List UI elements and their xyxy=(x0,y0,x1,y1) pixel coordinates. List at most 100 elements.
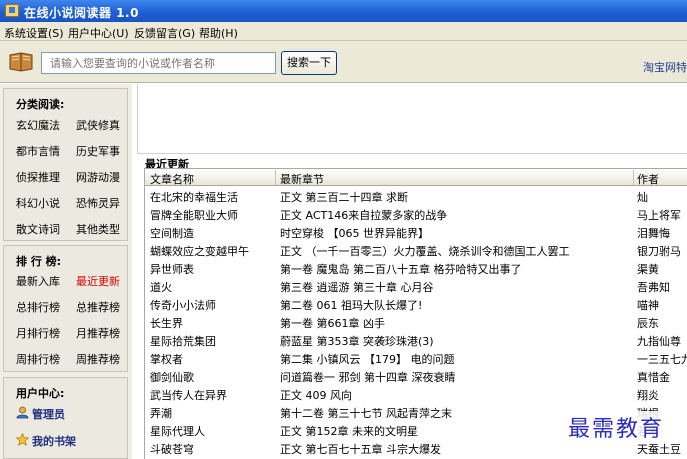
category-item[interactable]: 都市言情 xyxy=(16,143,60,159)
user-center-panel: 用户中心: 管理员 我的书架 xyxy=(3,377,128,459)
latest-chapter-cell[interactable]: 蔚蓝星 第353章 突袭珍珠港(3) xyxy=(280,333,630,349)
book-title-cell[interactable]: 冒牌全能职业大师 xyxy=(150,207,278,223)
ranking-panel-title: 排 行 榜: xyxy=(16,255,62,268)
sidebar: 分类阅读: 玄幻魔法 武侠修真 都市言情 历史军事 侦探推理 网游动漫 科幻小说… xyxy=(0,84,132,459)
book-title-cell[interactable]: 星际拾荒集团 xyxy=(150,333,278,349)
app-icon xyxy=(5,4,19,17)
book-title-cell[interactable]: 御剑仙歌 xyxy=(150,369,278,385)
table-row[interactable]: 冒牌全能职业大师 正文 ACT146来自拉蒙多家的战争 马上将军 xyxy=(145,205,687,223)
table-row[interactable]: 道火 第三卷 逍遥游 第三十章 心月谷 吾弗知 xyxy=(145,277,687,295)
author-cell[interactable]: 辰东 xyxy=(637,315,687,331)
my-bookshelf-link[interactable]: 我的书架 xyxy=(32,433,76,449)
table-row[interactable]: 异世师表 第一卷 魔鬼岛 第二百八十五章 格芬哈特又出事了 渠黄 xyxy=(145,259,687,277)
category-item[interactable]: 科幻小说 xyxy=(16,195,60,211)
menu-user-center[interactable]: 用户中心(U) xyxy=(68,25,129,41)
title-bar: 在线小说阅读器 1.0 xyxy=(0,0,687,22)
watermark-text: 最需教育 xyxy=(566,411,667,443)
menu-feedback[interactable]: 反馈留言(G) xyxy=(134,25,195,41)
table-row[interactable]: 长生界 第一卷 第661章 凶手 辰东 xyxy=(145,313,687,331)
latest-chapter-cell[interactable]: 正文 第七百七十五章 斗宗大爆发 xyxy=(280,441,630,457)
ranking-item[interactable]: 总排行榜 xyxy=(16,299,60,315)
ranking-item-active[interactable]: 最近更新 xyxy=(76,273,120,289)
author-cell[interactable]: 吾弗知 xyxy=(637,279,687,295)
latest-chapter-cell[interactable]: 时空穿梭 【065 世界异能界】 xyxy=(280,225,630,241)
author-cell[interactable]: 银刀驸马 xyxy=(637,243,687,259)
ranking-item[interactable]: 周推荐榜 xyxy=(76,351,120,367)
table-row[interactable]: 蝴蝶效应之变越甲午 正文 （一千一百零三）火力覆盖、烧杀训令和德国工人罢工 银刀驸马 xyxy=(145,241,687,259)
author-cell[interactable]: 一三五七九 xyxy=(637,351,687,367)
book-title-cell[interactable]: 掌权者 xyxy=(150,351,278,367)
book-title-cell[interactable]: 长生界 xyxy=(150,315,278,331)
table-row[interactable]: 武当传人在异界 正文 409 风向 翔炎 xyxy=(145,385,687,403)
column-divider[interactable] xyxy=(275,170,276,185)
category-item[interactable]: 其他类型 xyxy=(76,221,120,237)
latest-chapter-cell[interactable]: 第二集 小镇风云 【179】 电的问题 xyxy=(280,351,630,367)
book-icon xyxy=(9,52,33,72)
taobao-link[interactable]: 淘宝网特价 xyxy=(643,59,687,75)
category-item[interactable]: 武侠修真 xyxy=(76,117,120,133)
book-title-cell[interactable]: 空间制造 xyxy=(150,225,278,241)
category-item[interactable]: 网游动漫 xyxy=(76,169,120,185)
latest-chapter-cell[interactable]: 第三卷 逍遥游 第三十章 心月谷 xyxy=(280,279,630,295)
book-title-cell[interactable]: 异世师表 xyxy=(150,261,278,277)
latest-chapter-cell[interactable]: 第一卷 第661章 凶手 xyxy=(280,315,630,331)
search-button[interactable]: 搜索一下 xyxy=(281,51,337,75)
menu-help[interactable]: 帮助(H) xyxy=(199,25,238,41)
category-item[interactable]: 侦探推理 xyxy=(16,169,60,185)
column-header-title[interactable]: 文章名称 xyxy=(150,171,194,187)
category-panel-title: 分类阅读: xyxy=(16,98,65,111)
search-input[interactable] xyxy=(41,52,276,74)
author-cell[interactable]: 喵神 xyxy=(637,297,687,313)
ranking-item[interactable]: 总推荐榜 xyxy=(76,299,120,315)
window-title: 在线小说阅读器 1.0 xyxy=(24,6,139,20)
book-title-cell[interactable]: 弄潮 xyxy=(150,405,278,421)
author-cell[interactable]: 真惜金 xyxy=(637,369,687,385)
latest-chapter-cell[interactable]: 问道篇卷一 邪剑 第十四章 深夜衰睛 xyxy=(280,369,630,385)
table-row[interactable]: 空间制造 时空穿梭 【065 世界异能界】 泪舞悔 xyxy=(145,223,687,241)
admin-link[interactable]: 管理员 xyxy=(32,406,65,422)
table-header: 文章名称 最新章节 作者 xyxy=(145,169,687,186)
latest-chapter-cell[interactable]: 正文 （一千一百零三）火力覆盖、烧杀训令和德国工人罢工 xyxy=(280,243,630,259)
ranking-item[interactable]: 周排行榜 xyxy=(16,351,60,367)
author-cell[interactable]: 渠黄 xyxy=(637,261,687,277)
book-title-cell[interactable]: 道火 xyxy=(150,279,278,295)
banner-area xyxy=(137,84,687,154)
latest-chapter-cell[interactable]: 第一卷 魔鬼岛 第二百八十五章 格芬哈特又出事了 xyxy=(280,261,630,277)
table-row[interactable]: 传奇小小法师 第二卷 061 祖玛大队长爆了! 喵神 xyxy=(145,295,687,313)
table-row[interactable]: 星际拾荒集团 蔚蓝星 第353章 突袭珍珠港(3) 九指仙尊 xyxy=(145,331,687,349)
book-title-cell[interactable]: 蝴蝶效应之变越甲午 xyxy=(150,243,278,259)
column-divider[interactable] xyxy=(633,170,634,185)
ranking-item[interactable]: 最新入库 xyxy=(16,273,60,289)
column-header-author[interactable]: 作者 xyxy=(637,171,659,187)
category-item[interactable]: 历史军事 xyxy=(76,143,120,159)
category-item[interactable]: 恐怖灵异 xyxy=(76,195,120,211)
book-title-cell[interactable]: 星际代理人 xyxy=(150,423,278,439)
category-panel: 分类阅读: 玄幻魔法 武侠修真 都市言情 历史军事 侦探推理 网游动漫 科幻小说… xyxy=(3,88,128,241)
author-cell[interactable]: 马上将军 xyxy=(637,207,687,223)
latest-chapter-cell[interactable]: 第二卷 061 祖玛大队长爆了! xyxy=(280,297,630,313)
ranking-item[interactable]: 月排行榜 xyxy=(16,325,60,341)
author-cell[interactable]: 灿 xyxy=(637,189,687,205)
column-header-chapter[interactable]: 最新章节 xyxy=(280,171,324,187)
book-title-cell[interactable]: 传奇小小法师 xyxy=(150,297,278,313)
author-cell[interactable]: 九指仙尊 xyxy=(637,333,687,349)
table-row[interactable]: 在北宋的幸福生活 正文 第三百二十四章 求断灿 xyxy=(145,187,687,205)
author-cell[interactable]: 天蚕土豆 xyxy=(637,441,687,457)
latest-chapter-cell[interactable]: 正文 ACT146来自拉蒙多家的战争 xyxy=(280,207,630,223)
menu-bar: 系统设置(S) 用户中心(U) 反馈留言(G) 帮助(H) xyxy=(0,22,687,41)
latest-chapter-cell[interactable]: 正文 409 风向 xyxy=(280,387,630,403)
table-row[interactable]: 掌权者 第二集 小镇风云 【179】 电的问题 一三五七九 xyxy=(145,349,687,367)
book-title-cell[interactable]: 斗破苍穹 xyxy=(150,441,278,457)
user-center-title: 用户中心: xyxy=(16,387,65,400)
latest-chapter-cell[interactable]: 正文 第三百二十四章 求断 xyxy=(280,189,630,205)
category-item[interactable]: 玄幻魔法 xyxy=(16,117,60,133)
category-item[interactable]: 散文诗词 xyxy=(16,221,60,237)
book-title-cell[interactable]: 在北宋的幸福生活 xyxy=(150,189,278,205)
author-cell[interactable]: 翔炎 xyxy=(637,387,687,403)
table-row[interactable]: 御剑仙歌 问道篇卷一 邪剑 第十四章 深夜衰睛 真惜金 xyxy=(145,367,687,385)
star-icon xyxy=(16,433,29,446)
menu-system-settings[interactable]: 系统设置(S) xyxy=(4,25,64,41)
ranking-item[interactable]: 月推荐榜 xyxy=(76,325,120,341)
book-title-cell[interactable]: 武当传人在异界 xyxy=(150,387,278,403)
author-cell[interactable]: 泪舞悔 xyxy=(637,225,687,241)
